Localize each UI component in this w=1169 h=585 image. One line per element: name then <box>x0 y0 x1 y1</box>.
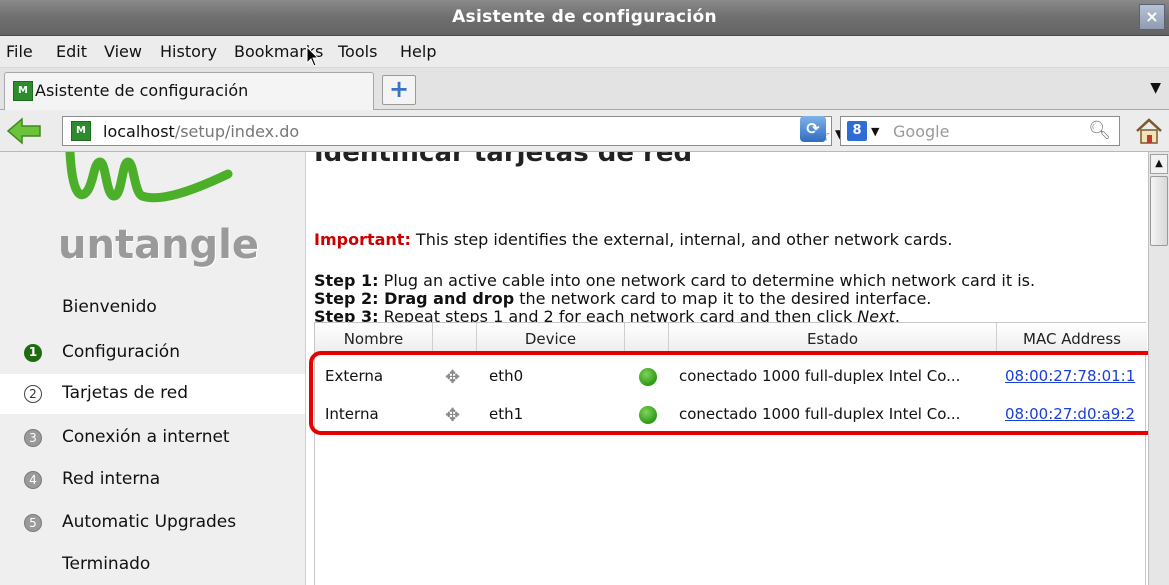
menu-bar: File Edit View History Bookmarks Tools H… <box>0 36 1169 68</box>
cell-mac-link[interactable]: 08:00:27:d0:a9:2 <box>1005 405 1135 423</box>
column-header-device[interactable]: Device <box>477 323 625 355</box>
table-header: Nombre Device Estado MAC Address <box>315 323 1147 355</box>
url-path: /setup/index.do <box>174 122 300 141</box>
tab-list-dropdown-icon[interactable]: ▼ <box>1150 80 1161 96</box>
wizard-sidebar: untangle Bienvenido 1 Configuración 2 Ta… <box>0 152 306 585</box>
step-number-badge: 3 <box>24 429 42 447</box>
url-bar[interactable]: M localhost/setup/index.do ☆ ▼ <box>62 116 844 146</box>
step-number-badge: 1 <box>24 344 42 362</box>
new-tab-plus-icon[interactable]: + <box>382 75 416 105</box>
menu-edit[interactable]: Edit <box>56 42 87 61</box>
step-number-badge: 5 <box>24 514 42 532</box>
step-label: Automatic Upgrades <box>62 512 237 532</box>
cell-estado: conectado 1000 full-duplex Intel Co... <box>679 405 961 423</box>
step-automatic-upgrades[interactable]: 5 Automatic Upgrades <box>0 503 305 543</box>
tab-label: Asistente de configuración <box>35 81 249 100</box>
step2-bold: Drag and drop <box>378 289 515 308</box>
drag-handle-icon[interactable]: ✥ <box>445 405 460 426</box>
step-number-badge: 2 <box>24 385 42 403</box>
site-favicon-icon: M <box>71 121 91 141</box>
menu-history[interactable]: History <box>160 42 217 61</box>
step-configuracion[interactable]: 1 Configuración <box>0 333 305 373</box>
search-magnifier-icon[interactable]: 🔍︎ <box>1088 120 1111 141</box>
menu-help[interactable]: Help <box>400 42 436 61</box>
important-text: This step identifies the external, inter… <box>410 230 953 249</box>
home-icon[interactable] <box>1134 116 1164 146</box>
step-tarjetas-de-red[interactable]: 2 Tarjetas de red <box>0 374 305 414</box>
tab-asistente[interactable]: M Asistente de configuración <box>4 72 374 110</box>
instruction-step-2: Step 2: Drag and drop the network card t… <box>314 290 931 308</box>
page-title: Identificar tarjetas de red <box>314 152 693 168</box>
reload-icon[interactable]: ⟳ <box>800 116 826 142</box>
column-header-drag[interactable] <box>433 323 477 355</box>
table-row[interactable]: Interna ✥ eth1 conectado 1000 full-duple… <box>315 397 1147 433</box>
step2-text: the network card to map it to the desire… <box>514 289 932 308</box>
step1-label: Step 1: <box>314 271 379 290</box>
navigation-bar: M localhost/setup/index.do ☆ ▼ ⟳ 8 ▼ Goo… <box>0 110 1169 152</box>
scrollbar-thumb[interactable] <box>1150 176 1168 246</box>
search-engine-icon[interactable]: 8 <box>847 121 867 141</box>
untangle-favicon-icon: M <box>13 81 33 101</box>
cell-device: eth1 <box>489 405 524 423</box>
step2-label: Step 2: <box>314 289 379 308</box>
important-note: Important: This step identifies the exte… <box>314 230 952 249</box>
step-label: Conexión a internet <box>62 427 230 447</box>
close-window-button[interactable]: × <box>1139 4 1165 30</box>
logo-text: untangle <box>58 222 260 268</box>
menu-tools[interactable]: Tools <box>338 42 377 61</box>
status-connected-icon <box>639 406 657 424</box>
cell-nombre: Externa <box>325 367 384 385</box>
window-title: Asistente de configuración <box>452 7 717 27</box>
step-label: Configuración <box>62 342 180 362</box>
column-header-estado[interactable]: Estado <box>669 323 997 355</box>
menu-view[interactable]: View <box>104 42 142 61</box>
mouse-cursor-icon <box>306 46 320 67</box>
tab-bar: M Asistente de configuración + ▼ <box>0 68 1169 110</box>
url-text[interactable]: localhost/setup/index.do <box>103 122 299 141</box>
step-label: Tarjetas de red <box>62 383 189 403</box>
cell-mac-link[interactable]: 08:00:27:78:01:1 <box>1005 367 1135 385</box>
column-header-status-icon[interactable] <box>625 323 669 355</box>
search-engine-dropdown-icon[interactable]: ▼ <box>871 125 879 138</box>
drag-handle-icon[interactable]: ✥ <box>445 367 460 388</box>
cell-device: eth0 <box>489 367 524 385</box>
search-placeholder: Google <box>893 122 950 141</box>
step-label: Terminado <box>62 554 151 574</box>
step-conexion-internet[interactable]: 3 Conexión a internet <box>0 418 305 458</box>
vertical-scrollbar[interactable]: ▲ <box>1148 152 1169 585</box>
search-bar[interactable]: 8 ▼ Google 🔍︎ <box>840 116 1120 146</box>
menu-file[interactable]: File <box>6 42 33 61</box>
step-label: Bienvenido <box>62 297 157 317</box>
back-arrow-icon[interactable] <box>6 117 44 145</box>
main-content: Identificar tarjetas de red Important: T… <box>306 152 1148 585</box>
step-red-interna[interactable]: 4 Red interna <box>0 460 305 500</box>
step-number-badge: 4 <box>24 471 42 489</box>
column-header-mac-address[interactable]: MAC Address <box>997 323 1147 355</box>
step-label: Red interna <box>62 469 161 489</box>
cell-estado: conectado 1000 full-duplex Intel Co... <box>679 367 961 385</box>
network-cards-table: Nombre Device Estado MAC Address Externa… <box>314 322 1147 585</box>
step-bienvenido[interactable]: Bienvenido <box>0 288 305 328</box>
instruction-step-1: Step 1: Plug an active cable into one ne… <box>314 272 1035 290</box>
cell-nombre: Interna <box>325 405 379 423</box>
status-connected-icon <box>639 368 657 386</box>
url-host: localhost <box>103 122 175 141</box>
step1-text: Plug an active cable into one network ca… <box>378 271 1036 290</box>
table-row[interactable]: Externa ✥ eth0 conectado 1000 full-duple… <box>315 359 1147 395</box>
step-terminado[interactable]: Terminado <box>0 545 305 585</box>
important-label: Important: <box>314 230 411 249</box>
window-titlebar: Asistente de configuración × <box>0 0 1169 36</box>
column-header-nombre[interactable]: Nombre <box>315 323 433 355</box>
scroll-up-arrow-icon[interactable]: ▲ <box>1150 154 1168 174</box>
